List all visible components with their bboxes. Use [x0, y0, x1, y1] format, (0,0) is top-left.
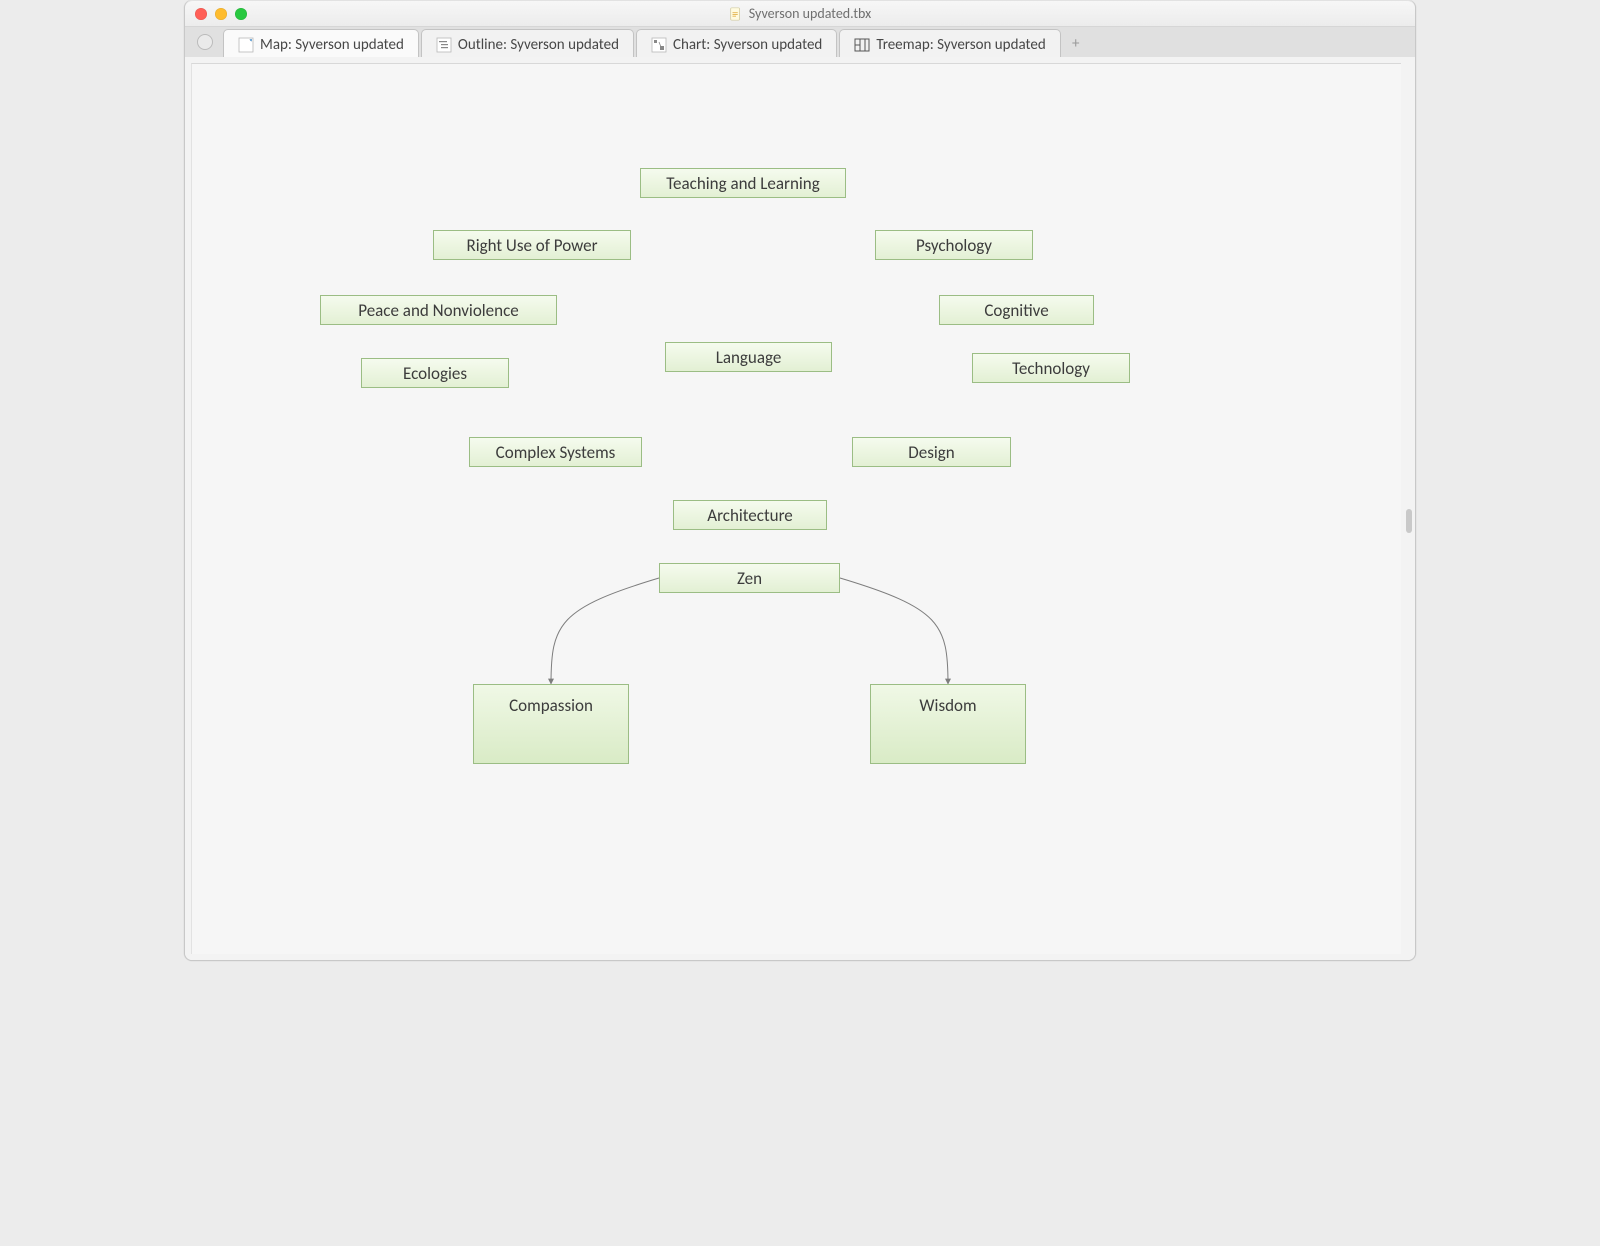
node-language[interactable]: Language	[665, 342, 832, 372]
outline-icon	[436, 37, 452, 53]
node-label: Right Use of Power	[466, 235, 597, 256]
node-label: Cognitive	[984, 300, 1048, 321]
window-title: Syverson updated.tbx	[749, 5, 871, 22]
node-label: Peace and Nonviolence	[358, 300, 518, 321]
close-button[interactable]	[195, 8, 207, 20]
canvas-scroll-area[interactable]: Teaching and Learning Right Use of Power P…	[185, 57, 1415, 960]
add-tab-button[interactable]: +	[1067, 35, 1085, 53]
link-zen-wisdom	[840, 578, 948, 684]
tab-treemap[interactable]: Treemap: Syverson updated	[839, 29, 1060, 60]
window-controls	[185, 8, 247, 20]
tab-label: Chart: Syverson updated	[673, 36, 822, 54]
app-window: Syverson updated.tbx Map: Syverson updat…	[184, 0, 1416, 961]
node-label: Technology	[1012, 358, 1090, 379]
node-label: Wisdom	[919, 695, 976, 716]
node-zen[interactable]: Zen	[659, 563, 840, 593]
minimize-button[interactable]	[215, 8, 227, 20]
vertical-scrollbar[interactable]	[1406, 509, 1412, 533]
node-rightuse[interactable]: Right Use of Power	[433, 230, 631, 260]
node-technology[interactable]: Technology	[972, 353, 1130, 383]
node-wisdom[interactable]: Wisdom	[870, 684, 1026, 764]
node-psychology[interactable]: Psychology	[875, 230, 1033, 260]
tab-label: Outline: Syverson updated	[458, 36, 619, 54]
node-label: Teaching and Learning	[666, 173, 819, 194]
tab-chart[interactable]: Chart: Syverson updated	[636, 29, 837, 60]
node-label: Zen	[737, 568, 762, 589]
node-label: Ecologies	[403, 363, 467, 384]
node-label: Complex Systems	[496, 442, 616, 463]
node-label: Compassion	[509, 695, 593, 716]
tab-bar: Map: Syverson updated Outline: Syverson …	[185, 27, 1415, 60]
map-canvas[interactable]: Teaching and Learning Right Use of Power P…	[191, 63, 1401, 954]
map-icon	[238, 37, 254, 53]
node-label: Language	[716, 347, 782, 368]
tab-label: Treemap: Syverson updated	[876, 36, 1045, 54]
history-back-button[interactable]	[197, 34, 213, 50]
node-label: Design	[908, 442, 954, 463]
node-complex[interactable]: Complex Systems	[469, 437, 642, 467]
tab-map[interactable]: Map: Syverson updated	[223, 29, 419, 60]
node-label: Psychology	[916, 235, 992, 256]
node-compassion[interactable]: Compassion	[473, 684, 629, 764]
node-architecture[interactable]: Architecture	[673, 500, 827, 530]
node-label: Architecture	[707, 505, 792, 526]
node-peace[interactable]: Peace and Nonviolence	[320, 295, 557, 325]
chart-icon	[651, 37, 667, 53]
node-ecologies[interactable]: Ecologies	[361, 358, 509, 388]
node-teaching[interactable]: Teaching and Learning	[640, 168, 846, 198]
node-design[interactable]: Design	[852, 437, 1011, 467]
link-zen-compassion	[551, 578, 659, 684]
titlebar: Syverson updated.tbx	[185, 0, 1415, 27]
tab-label: Map: Syverson updated	[260, 36, 404, 54]
node-cognitive[interactable]: Cognitive	[939, 295, 1094, 325]
document-icon	[729, 7, 743, 21]
tab-outline[interactable]: Outline: Syverson updated	[421, 29, 634, 60]
zoom-button[interactable]	[235, 8, 247, 20]
treemap-icon	[854, 37, 870, 53]
